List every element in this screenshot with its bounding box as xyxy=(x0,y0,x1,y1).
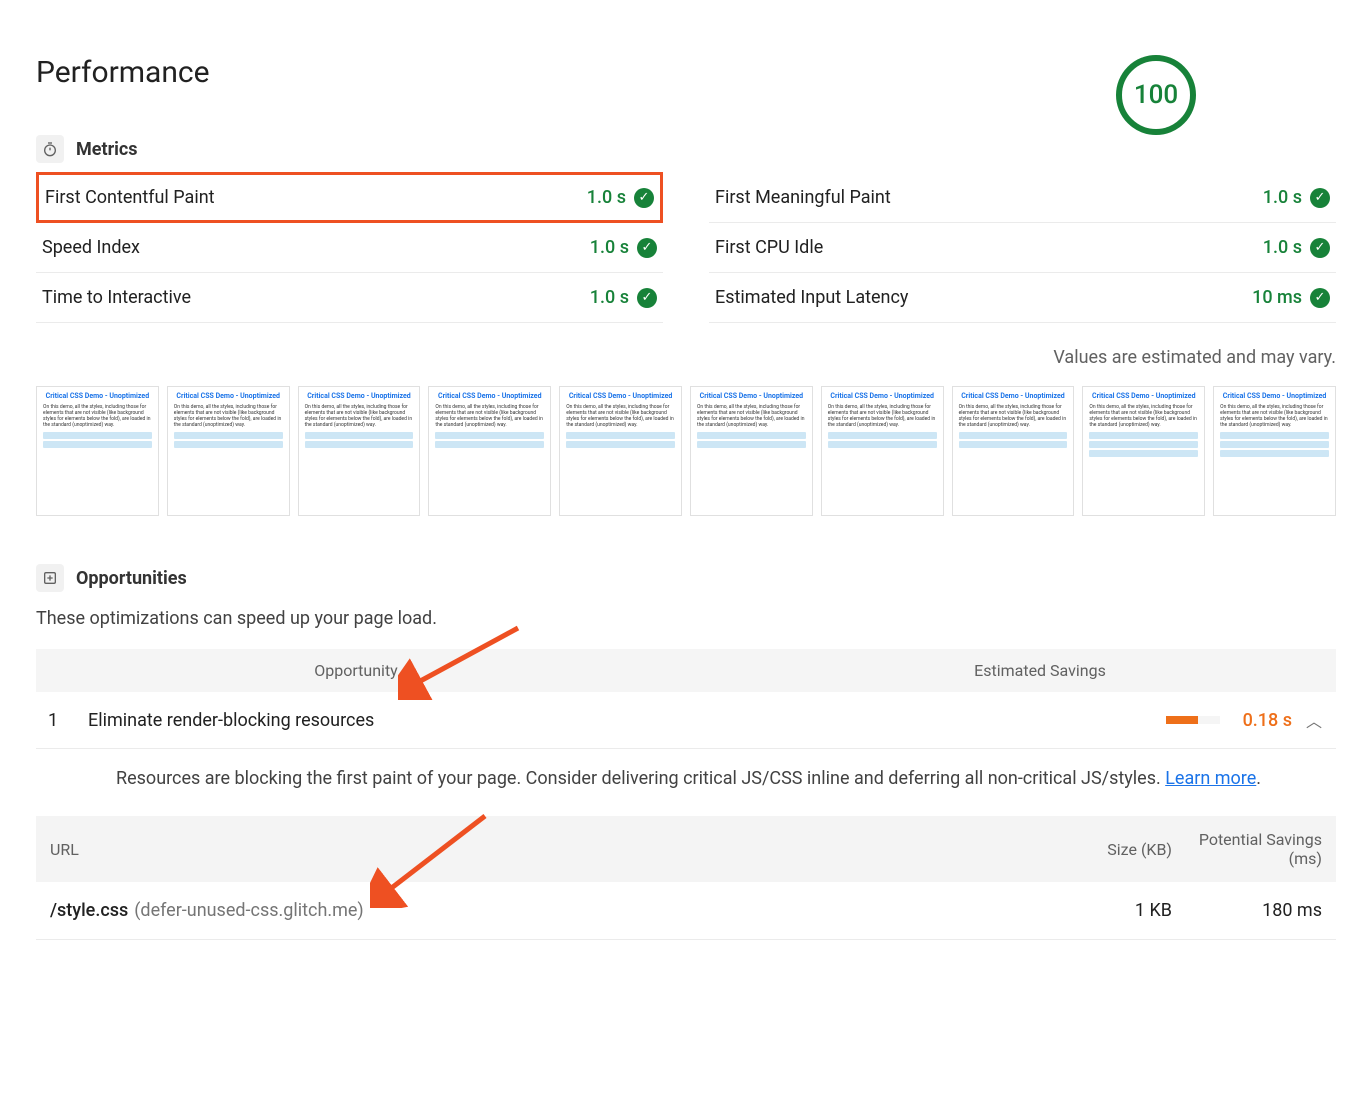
opportunities-description: These optimizations can speed up your pa… xyxy=(36,608,1336,629)
check-icon: ✓ xyxy=(637,238,657,258)
filmstrip-frame[interactable]: Critical CSS Demo - Unoptimized On this … xyxy=(821,386,944,516)
check-icon: ✓ xyxy=(1310,188,1330,208)
opportunities-table-header: Opportunity Estimated Savings xyxy=(36,649,1336,692)
metric-label: First Meaningful Paint xyxy=(715,187,891,208)
metric-value: 1.0 s ✓ xyxy=(587,187,654,208)
col-size: Size (KB) xyxy=(1042,840,1172,859)
page-title: Performance xyxy=(36,55,210,90)
metric-row[interactable]: Estimated Input Latency 10 ms ✓ xyxy=(709,273,1336,323)
col-opportunity: Opportunity xyxy=(52,661,910,680)
opportunity-name: Eliminate render-blocking resources xyxy=(88,710,1104,731)
filmstrip-frame[interactable]: Critical CSS Demo - Unoptimized On this … xyxy=(36,386,159,516)
resource-size: 1 KB xyxy=(1042,900,1172,921)
opportunities-label: Opportunities xyxy=(76,568,187,589)
metric-label: Estimated Input Latency xyxy=(715,287,908,308)
check-icon: ✓ xyxy=(1310,288,1330,308)
col-savings-ms: Potential Savings (ms) xyxy=(1172,830,1322,868)
filmstrip: Critical CSS Demo - Unoptimized On this … xyxy=(36,386,1336,516)
metric-row[interactable]: First Contentful Paint 1.0 s ✓ xyxy=(36,172,663,223)
resource-savings: 180 ms xyxy=(1172,900,1322,921)
metric-value: 1.0 s ✓ xyxy=(1263,237,1330,258)
metric-value: 1.0 s ✓ xyxy=(590,287,657,308)
sparkle-icon xyxy=(36,564,64,592)
metric-label: Time to Interactive xyxy=(42,287,191,308)
stopwatch-icon xyxy=(36,135,64,163)
filmstrip-frame[interactable]: Critical CSS Demo - Unoptimized On this … xyxy=(559,386,682,516)
filmstrip-frame[interactable]: Critical CSS Demo - Unoptimized On this … xyxy=(1082,386,1205,516)
metric-label: Speed Index xyxy=(42,237,140,258)
metric-label: First Contentful Paint xyxy=(45,187,215,208)
check-icon: ✓ xyxy=(637,288,657,308)
resource-url: /style.css(defer-unused-css.glitch.me) xyxy=(50,900,1042,921)
performance-score: 100 xyxy=(1116,55,1196,135)
opportunity-number: 1 xyxy=(48,710,88,731)
filmstrip-frame[interactable]: Critical CSS Demo - Unoptimized On this … xyxy=(952,386,1075,516)
metric-row[interactable]: Time to Interactive 1.0 s ✓ xyxy=(36,273,663,323)
filmstrip-frame[interactable]: Critical CSS Demo - Unoptimized On this … xyxy=(1213,386,1336,516)
metrics-label: Metrics xyxy=(76,139,138,160)
metric-row[interactable]: First CPU Idle 1.0 s ✓ xyxy=(709,223,1336,273)
metric-value: 1.0 s ✓ xyxy=(1263,187,1330,208)
filmstrip-frame[interactable]: Critical CSS Demo - Unoptimized On this … xyxy=(298,386,421,516)
metrics-section-header: Metrics xyxy=(36,135,1336,163)
metric-label: First CPU Idle xyxy=(715,237,823,258)
col-url: URL xyxy=(50,840,1042,859)
filmstrip-frame[interactable]: Critical CSS Demo - Unoptimized On this … xyxy=(690,386,813,516)
filmstrip-frame[interactable]: Critical CSS Demo - Unoptimized On this … xyxy=(428,386,551,516)
opportunity-row[interactable]: 1 Eliminate render-blocking resources 0.… xyxy=(36,692,1336,749)
resources-table-header: URL Size (KB) Potential Savings (ms) xyxy=(36,816,1336,882)
savings-bar xyxy=(1166,716,1220,724)
filmstrip-frame[interactable]: Critical CSS Demo - Unoptimized On this … xyxy=(167,386,290,516)
opportunity-time: 0.18 s xyxy=(1232,710,1292,731)
estimate-note: Values are estimated and may vary. xyxy=(36,347,1336,368)
chevron-up-icon[interactable]: ︿ xyxy=(1304,708,1324,732)
col-savings: Estimated Savings xyxy=(910,661,1320,680)
opportunities-section-header: Opportunities xyxy=(36,564,1336,592)
check-icon: ✓ xyxy=(1310,238,1330,258)
metric-value: 10 ms ✓ xyxy=(1252,287,1330,308)
opportunity-detail: Resources are blocking the first paint o… xyxy=(36,749,1336,816)
check-icon: ✓ xyxy=(634,188,654,208)
resource-row[interactable]: /style.css(defer-unused-css.glitch.me) 1… xyxy=(36,882,1336,940)
metric-row[interactable]: Speed Index 1.0 s ✓ xyxy=(36,223,663,273)
learn-more-link[interactable]: Learn more xyxy=(1165,768,1256,789)
metric-value: 1.0 s ✓ xyxy=(590,237,657,258)
metric-row[interactable]: First Meaningful Paint 1.0 s ✓ xyxy=(709,173,1336,223)
